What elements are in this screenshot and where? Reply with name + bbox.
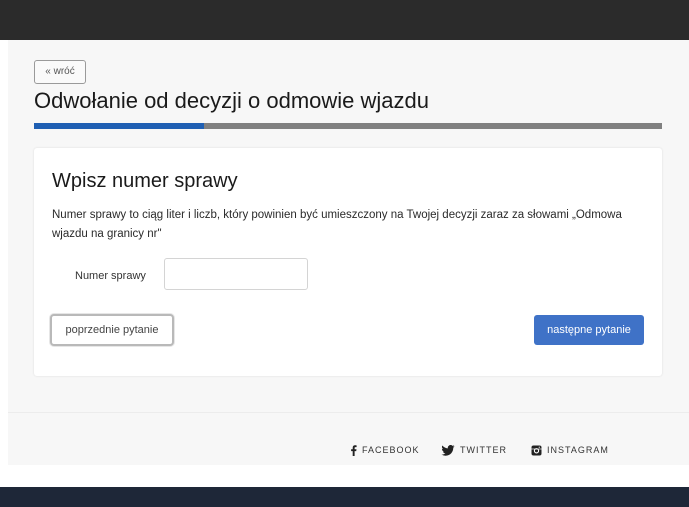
top-bar: [0, 0, 689, 40]
question-card: Wpisz numer sprawy Numer sprawy to ciąg …: [34, 148, 662, 376]
twitter-icon: [441, 444, 455, 456]
facebook-icon: [350, 444, 357, 456]
page-title: Odwołanie od decyzji o odmowie wjazdu: [34, 88, 429, 113]
next-question-button[interactable]: następne pytanie: [534, 315, 644, 345]
instagram-label: INSTAGRAM: [547, 445, 609, 455]
facebook-label: FACEBOOK: [362, 445, 420, 455]
twitter-label: TWITTER: [460, 445, 507, 455]
instagram-link[interactable]: INSTAGRAM: [531, 442, 609, 458]
question-description: Numer sprawy to ciąg liter i liczb, któr…: [52, 209, 622, 240]
facebook-link[interactable]: FACEBOOK: [350, 442, 420, 458]
case-number-label: Numer sprawy: [75, 270, 146, 282]
instagram-icon: [531, 445, 542, 456]
question-title: Wpisz numer sprawy: [52, 170, 238, 192]
progress-fill: [34, 123, 204, 129]
twitter-link[interactable]: TWITTER: [441, 442, 507, 458]
bottom-bar: [0, 487, 689, 507]
case-number-input[interactable]: [164, 258, 308, 290]
progress-bar: [34, 123, 662, 129]
previous-question-button[interactable]: poprzednie pytanie: [50, 314, 174, 346]
footer-divider: [8, 412, 689, 413]
back-link[interactable]: « wróć: [34, 60, 86, 84]
